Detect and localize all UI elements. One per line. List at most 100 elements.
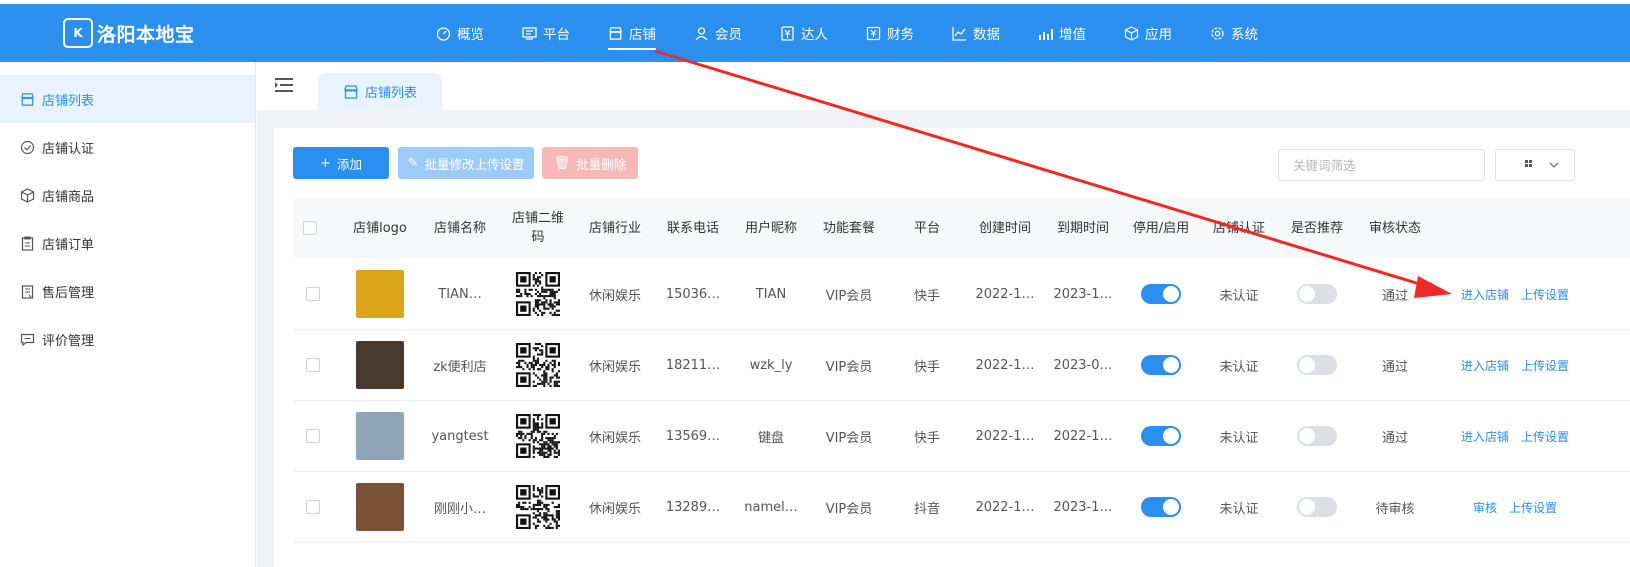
col-qr-line2: 码 <box>531 230 545 245</box>
cell-phone: 13569… <box>665 428 721 444</box>
edit-icon: ✎ <box>407 155 419 171</box>
sidebar-item-3[interactable]: 店铺订单 <box>0 219 255 267</box>
actions-cell: 审核 上传设置 <box>1473 472 1630 542</box>
enabled-cell <box>1123 330 1199 400</box>
cell-package: VIP会员 <box>825 430 873 446</box>
cell-nickname: TIAN <box>755 286 787 302</box>
logo-cell <box>343 472 417 542</box>
sidebar-item-0[interactable]: 店铺列表 <box>0 75 255 123</box>
nav-item-label: 店铺 <box>629 27 656 43</box>
toggle-knob <box>1163 428 1179 444</box>
store-icon <box>344 84 358 99</box>
add-button-label: 添加 <box>336 156 362 172</box>
trash-icon: 🗑 <box>553 155 571 171</box>
sidebar-item-label: 售后管理 <box>42 285 95 301</box>
row-checkbox[interactable] <box>306 500 320 514</box>
action-link-0[interactable]: 审核 <box>1473 499 1497 516</box>
nav-item-label: 达人 <box>801 27 828 43</box>
nav-item-0[interactable]: 概览 <box>436 4 484 62</box>
nav-item-5[interactable]: 财务 <box>866 4 914 62</box>
nav-item-4[interactable]: 达人 <box>780 4 828 62</box>
enable-toggle[interactable] <box>1141 355 1181 375</box>
nav-item-7[interactable]: 增值 <box>1038 4 1086 62</box>
plus-icon: + <box>320 155 331 171</box>
enable-toggle[interactable] <box>1141 284 1181 304</box>
grid-icon <box>1525 160 1532 167</box>
enabled-cell <box>1123 472 1199 542</box>
add-button[interactable]: + 添加 <box>293 147 389 179</box>
col-logo: 店铺logo <box>353 220 407 236</box>
action-link-0[interactable]: 进入店铺 <box>1461 357 1509 374</box>
nav-item-8[interactable]: 应用 <box>1124 4 1172 62</box>
cell-expire: 2023-1… <box>1053 499 1113 515</box>
col-nickname: 用户昵称 <box>744 220 797 236</box>
recommend-toggle[interactable] <box>1297 426 1337 446</box>
qr-cell <box>501 330 575 400</box>
monitor-icon <box>522 26 537 41</box>
action-link-1[interactable]: 上传设置 <box>1509 499 1557 516</box>
recommend-cell <box>1279 330 1355 400</box>
nav-item-1[interactable]: 平台 <box>522 4 570 62</box>
store-logo-image <box>356 270 404 318</box>
action-link-0[interactable]: 进入店铺 <box>1461 428 1509 445</box>
qr-code-image <box>516 272 560 316</box>
qr-code-image <box>516 485 560 529</box>
nav-item-2[interactable]: 店铺 <box>608 4 656 62</box>
nav-item-label: 增值 <box>1059 27 1086 43</box>
cell-created: 2022-1… <box>975 499 1035 515</box>
cell-phone: 15036… <box>665 286 721 302</box>
tab-label: 店铺列表 <box>364 86 417 101</box>
cell-review: 待审核 <box>1375 501 1415 517</box>
store-logo-image <box>356 483 404 531</box>
action-link-1[interactable]: 上传设置 <box>1521 428 1569 445</box>
recommend-toggle[interactable] <box>1297 355 1337 375</box>
nav-item-label: 会员 <box>715 27 742 43</box>
nav-item-label: 概览 <box>457 27 484 43</box>
app-title: 洛阳本地宝 <box>97 23 195 46</box>
store-icon <box>608 26 623 41</box>
batch-edit-upload-button[interactable]: ✎ 批量修改上传设置 <box>398 147 534 179</box>
sidebar-item-5[interactable]: 评价管理 <box>0 315 255 363</box>
recommend-toggle[interactable] <box>1297 284 1337 304</box>
cell-certified: 未认证 <box>1219 430 1259 446</box>
recommend-toggle[interactable] <box>1297 497 1337 517</box>
comment-icon <box>20 332 35 347</box>
qr-cell <box>501 472 575 542</box>
nav-item-3[interactable]: 会员 <box>694 4 742 62</box>
sidebar-item-4[interactable]: 售后管理 <box>0 267 255 315</box>
row-select-cell <box>293 401 333 471</box>
finance-icon <box>866 26 881 41</box>
action-link-0[interactable]: 进入店铺 <box>1461 286 1509 303</box>
nav-item-9[interactable]: 系统 <box>1210 4 1258 62</box>
verify-icon <box>20 140 35 155</box>
menu-collapse-icon[interactable] <box>275 78 293 92</box>
row-checkbox[interactable] <box>306 358 320 372</box>
cell-certified: 未认证 <box>1219 501 1259 517</box>
cell-review: 通过 <box>1381 430 1408 446</box>
qr-code-image <box>516 343 560 387</box>
action-link-1[interactable]: 上传设置 <box>1521 286 1569 303</box>
enable-toggle[interactable] <box>1141 426 1181 446</box>
table-row[interactable]: zk便利店 休闲娱乐 18211… wzk_ly VIP会员 快手 2022-1… 2023-… <box>293 330 1630 401</box>
view-toggle-button[interactable] <box>1495 149 1575 181</box>
after-sales-icon <box>20 284 35 299</box>
table-row[interactable]: TIAN… 休闲娱乐 15036… TIAN VIP会员 快手 2022-1… 2023-1…… <box>293 259 1630 330</box>
sidebar-item-2[interactable]: 店铺商品 <box>0 171 255 219</box>
main-nav: 概览 平台 店铺 会员 达人 财务 数据 增值 应用 系统 <box>436 4 1296 62</box>
row-checkbox[interactable] <box>306 429 320 443</box>
table-row[interactable]: yangtest 休闲娱乐 13569… 键盘 VIP会员 快手 2022-1… 2022-1… <box>293 401 1630 472</box>
select-all-checkbox[interactable] <box>303 221 317 235</box>
batch-delete-button[interactable]: 🗑 批量删除 <box>542 147 638 179</box>
cell-package: VIP会员 <box>825 359 873 375</box>
nav-item-6[interactable]: 数据 <box>952 4 1000 62</box>
keyword-filter-input[interactable] <box>1278 149 1485 181</box>
sidebar-item-1[interactable]: 店铺认证 <box>0 123 255 171</box>
app-logo[interactable]: K 洛阳本地宝 <box>63 17 195 49</box>
cell-phone: 18211… <box>665 357 721 373</box>
row-select-cell <box>293 330 333 400</box>
enable-toggle[interactable] <box>1141 497 1181 517</box>
row-checkbox[interactable] <box>306 287 320 301</box>
action-link-1[interactable]: 上传设置 <box>1521 357 1569 374</box>
table-row[interactable]: 刚刚小… 休闲娱乐 13289… namel… VIP会员 抖音 2022-1… 2023-1… <box>293 472 1630 543</box>
tab-store-list[interactable]: 店铺列表 <box>318 73 442 110</box>
